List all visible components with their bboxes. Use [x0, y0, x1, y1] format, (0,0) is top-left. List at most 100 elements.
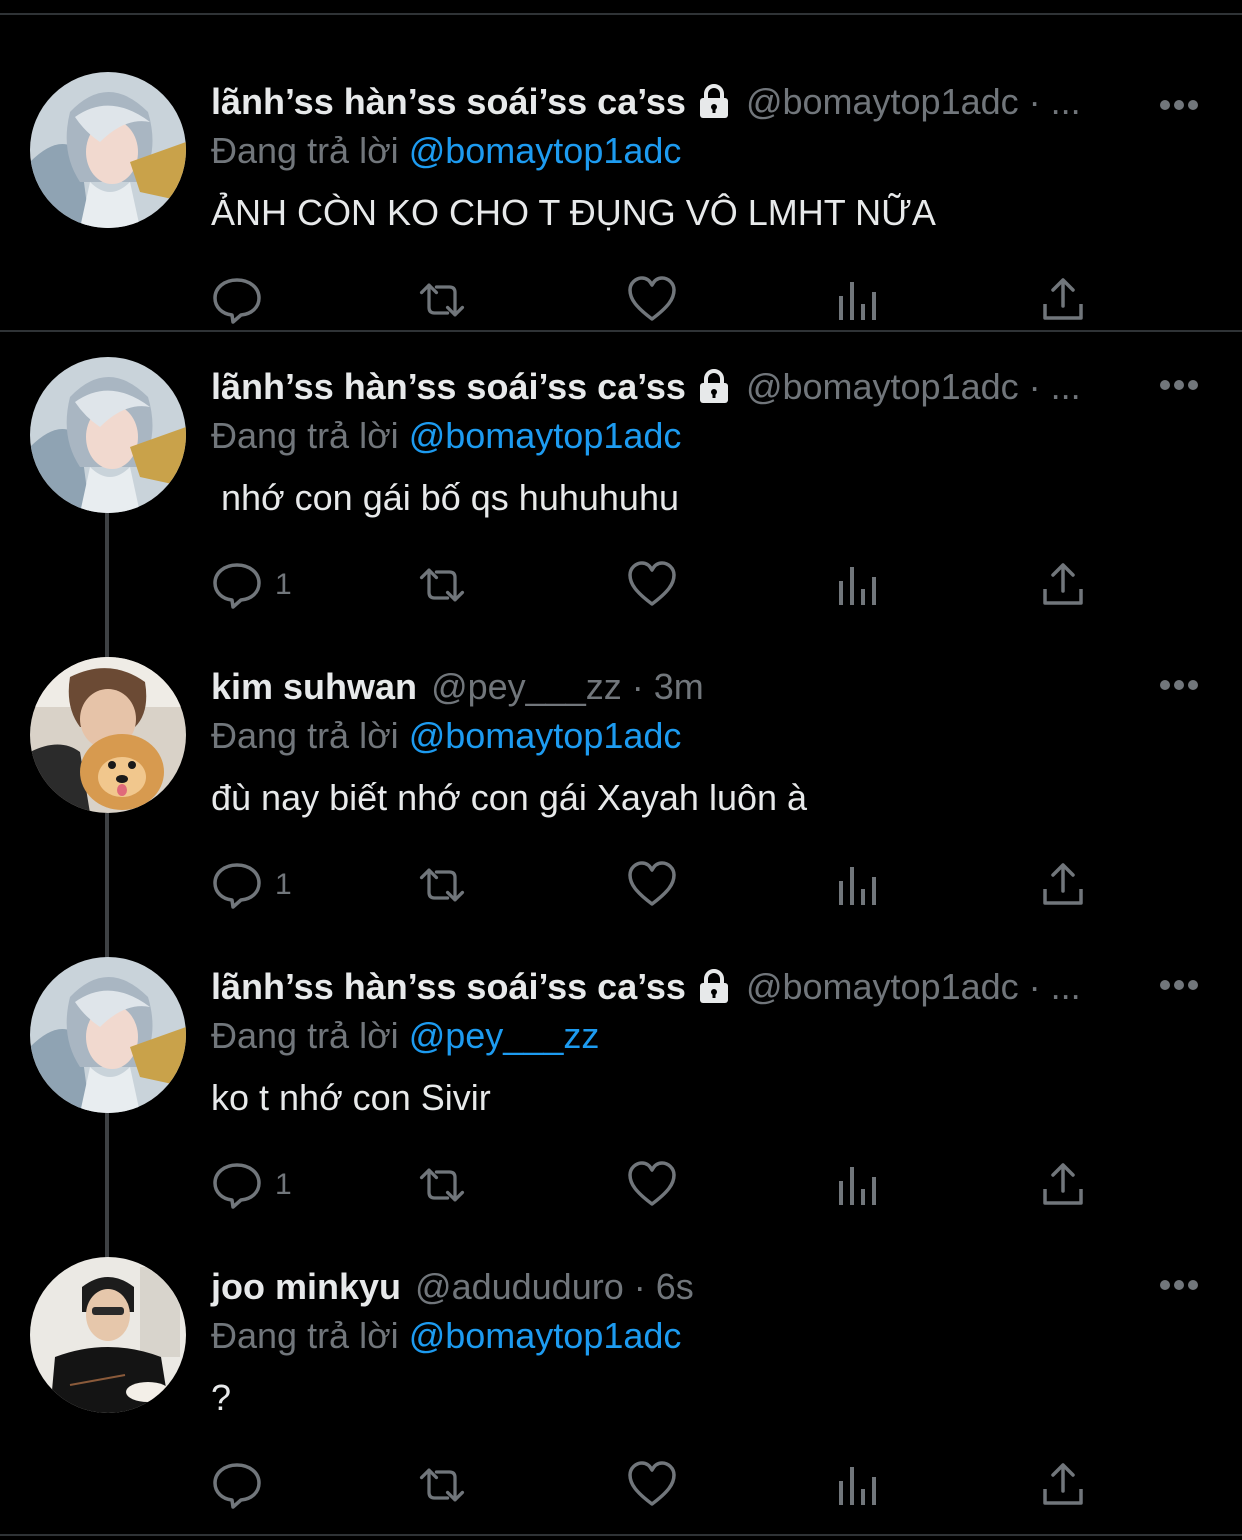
user-handle[interactable]: @bomaytop1adc: [746, 366, 1019, 408]
action-bar: 1: [211, 1155, 1091, 1225]
tweet-text: nhớ con gái bố qs huhuhuhu: [211, 477, 679, 518]
views-button[interactable]: [833, 855, 885, 915]
heart-icon: [628, 561, 676, 606]
share-icon: [1043, 278, 1083, 320]
reply-prefix: Đang trả lời: [211, 1315, 399, 1356]
share-icon: [1043, 1163, 1083, 1205]
reply-to-link[interactable]: @bomaytop1adc: [409, 415, 682, 456]
tweet-time: · ...: [1028, 366, 1081, 407]
retweet-button[interactable]: [416, 855, 468, 915]
reply-button[interactable]: 1: [211, 1155, 292, 1215]
display-name[interactable]: lãnh’ss hàn’ss soái’ss ca’ss: [211, 966, 686, 1008]
reply-count: 1: [275, 868, 292, 901]
more-options-icon[interactable]: [1160, 1280, 1198, 1292]
reply-to-link[interactable]: @bomaytop1adc: [409, 1315, 682, 1356]
share-button[interactable]: [1037, 1155, 1089, 1215]
avatar[interactable]: [30, 957, 186, 1113]
tweet-text: ko t nhớ con Sivir: [211, 1077, 491, 1118]
analytics-icon: [839, 282, 876, 320]
views-button[interactable]: [833, 555, 885, 615]
user-handle[interactable]: @bomaytop1adc: [746, 81, 1019, 123]
lock-icon: [696, 84, 732, 120]
like-button[interactable]: [626, 1455, 678, 1515]
display-name[interactable]: lãnh’ss hàn’ss soái’ss ca’ss: [211, 81, 686, 123]
display-name[interactable]: kim suhwan: [211, 666, 417, 708]
lock-icon: [696, 369, 732, 405]
like-button[interactable]: [626, 270, 678, 330]
views-button[interactable]: [833, 1455, 885, 1515]
avatar[interactable]: [30, 357, 186, 513]
retweet-icon: [419, 1468, 465, 1502]
like-button[interactable]: [626, 855, 678, 915]
user-handle[interactable]: @pey___zz: [431, 666, 622, 708]
more-options-icon[interactable]: [1160, 680, 1198, 692]
tweet-time: · ...: [1028, 966, 1081, 1007]
reply-icon: [213, 278, 261, 324]
share-button[interactable]: [1037, 555, 1089, 615]
reply-context: Đang trả lời @bomaytop1adc: [211, 1315, 681, 1357]
views-button[interactable]: [833, 270, 885, 330]
person-eating-avatar-image: [30, 1257, 186, 1413]
reply-context: Đang trả lời @pey___zz: [211, 1015, 599, 1057]
share-button[interactable]: [1037, 270, 1089, 330]
reply-context: Đang trả lời @bomaytop1adc: [211, 715, 681, 757]
like-button[interactable]: [626, 555, 678, 615]
top-divider: [0, 13, 1242, 15]
retweet-button[interactable]: [416, 1155, 468, 1215]
reply-icon: [213, 563, 261, 609]
more-options-icon[interactable]: [1160, 980, 1198, 992]
retweet-icon: [419, 568, 465, 602]
retweet-icon: [419, 868, 465, 902]
more-options-icon[interactable]: [1160, 380, 1198, 392]
lock-icon: [696, 969, 732, 1005]
share-button[interactable]: [1037, 855, 1089, 915]
display-name[interactable]: joo minkyu: [211, 1266, 401, 1308]
action-bar: [211, 1455, 1091, 1525]
anime-character-avatar-image: [30, 957, 186, 1113]
display-name[interactable]: lãnh’ss hàn’ss soái’ss ca’ss: [211, 366, 686, 408]
tweet-text: ẢNH CÒN KO CHO T ĐỤNG VÔ LMHT NỮA: [211, 192, 936, 233]
tweet[interactable]: lãnh’ss hàn’ss soái’ss ca’ss @bomaytop1a…: [0, 30, 1242, 332]
tweet-time: · ...: [1028, 81, 1081, 122]
retweet-button[interactable]: [416, 1455, 468, 1515]
tweet[interactable]: kim suhwan @pey___zz · 3m Đang trả lời @…: [0, 630, 1242, 958]
share-icon: [1043, 563, 1083, 605]
action-bar: 1: [211, 555, 1091, 625]
reply-count: 1: [275, 568, 292, 601]
heart-icon: [628, 276, 676, 321]
tweet[interactable]: lãnh’ss hàn’ss soái’ss ca’ss @bomaytop1a…: [0, 330, 1242, 658]
reply-to-link[interactable]: @pey___zz: [409, 1015, 600, 1056]
avatar[interactable]: [30, 1257, 186, 1413]
heart-icon: [628, 1161, 676, 1206]
avatar[interactable]: [30, 657, 186, 813]
analytics-icon: [839, 1167, 876, 1205]
retweet-button[interactable]: [416, 270, 468, 330]
reply-to-link[interactable]: @bomaytop1adc: [409, 715, 682, 756]
person-with-dog-avatar-image: [30, 657, 186, 813]
tweet-text: đù nay biết nhớ con gái Xayah luôn à: [211, 777, 808, 818]
share-icon: [1043, 863, 1083, 905]
share-button[interactable]: [1037, 1455, 1089, 1515]
anime-character-avatar-image: [30, 357, 186, 513]
heart-icon: [628, 861, 676, 906]
reply-button[interactable]: [211, 270, 275, 330]
tweet-text: ?: [211, 1377, 232, 1418]
more-options-icon[interactable]: [1160, 100, 1198, 112]
tweet[interactable]: joo minkyu @adududuro · 6s Đang trả lời …: [0, 1230, 1242, 1536]
avatar[interactable]: [30, 72, 186, 228]
reply-prefix: Đang trả lời: [211, 130, 399, 171]
reply-button[interactable]: 1: [211, 555, 292, 615]
reply-button[interactable]: 1: [211, 855, 292, 915]
like-button[interactable]: [626, 1155, 678, 1215]
user-handle[interactable]: @bomaytop1adc: [746, 966, 1019, 1008]
retweet-button[interactable]: [416, 555, 468, 615]
user-handle[interactable]: @adududuro: [415, 1266, 624, 1308]
reply-to-link[interactable]: @bomaytop1adc: [409, 130, 682, 171]
views-button[interactable]: [833, 1155, 885, 1215]
tweet[interactable]: lãnh’ss hàn’ss soái’ss ca’ss @bomaytop1a…: [0, 930, 1242, 1258]
reply-prefix: Đang trả lời: [211, 1015, 399, 1056]
retweet-icon: [419, 1168, 465, 1202]
divider: [0, 1534, 1242, 1536]
reply-button[interactable]: [211, 1455, 275, 1515]
reply-icon: [213, 863, 261, 909]
